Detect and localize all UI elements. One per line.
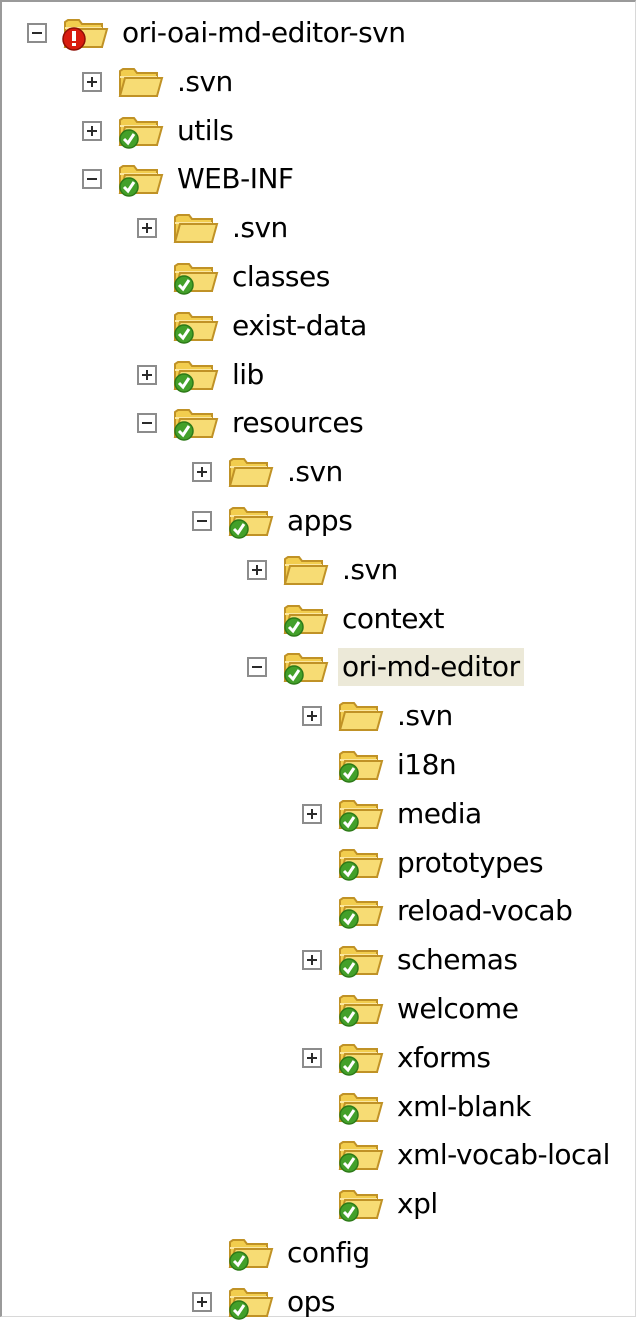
folder-svn-normal-icon [337,793,385,833]
tree-node[interactable]: resources [0,399,638,447]
tree-node-label[interactable]: resources [228,404,367,442]
folder-svn-normal-icon [117,158,165,198]
tree-node-label[interactable]: .svn [228,209,292,247]
folder-svn-normal-icon [172,305,220,345]
tree-node-label[interactable]: xml-vocab-local [393,1136,614,1174]
tree-node-label[interactable]: .svn [283,453,347,491]
tree-node-label[interactable]: media [393,795,486,833]
tree-node[interactable]: .svn [0,448,638,496]
expand-icon[interactable] [247,559,267,580]
folder-svn-normal-icon [337,939,385,979]
tree-node-label[interactable]: classes [228,258,334,296]
folder-svn-normal-icon [172,402,220,442]
tree-node[interactable]: WEB-INF [0,155,638,203]
tree-node[interactable]: reload-vocab [0,887,638,935]
collapse-icon[interactable] [27,23,47,43]
folder-svn-normal-icon [337,988,385,1028]
tree-node-label[interactable]: WEB-INF [173,160,298,198]
expand-icon[interactable] [302,1047,322,1068]
folder-svn-normal-icon [282,646,330,686]
tree-node-label[interactable]: .svn [338,551,402,589]
tree-node-label[interactable]: schemas [393,941,521,979]
expand-icon[interactable] [192,1291,212,1312]
tree-node-label[interactable]: welcome [393,990,522,1028]
tree-node[interactable]: apps [0,497,638,545]
tree-node[interactable]: xforms [0,1034,638,1082]
folder-svn-normal-icon [227,1281,275,1321]
folder-svn-normal-icon [227,500,275,540]
folder-svn-conflict-icon [62,12,110,52]
tree-node-label[interactable]: .svn [393,697,457,735]
folder-icon [117,61,165,101]
tree-node[interactable]: .svn [0,546,638,594]
folder-svn-normal-icon [172,256,220,296]
tree-node[interactable]: prototypes [0,839,638,887]
tree-node[interactable]: exist-data [0,302,638,350]
folder-svn-normal-icon [227,1232,275,1272]
tree-node[interactable]: context [0,595,638,643]
tree-node-label[interactable]: ops [283,1283,339,1321]
expand-icon[interactable] [82,71,102,92]
folder-svn-normal-icon [172,354,220,394]
tree-node[interactable]: ori-md-editor [0,643,638,691]
tree-node-label[interactable]: lib [228,356,268,394]
expand-icon[interactable] [302,803,322,824]
tree-node-label[interactable]: context [338,600,448,638]
tree-node[interactable]: lib [0,351,638,399]
tree-node-label[interactable]: ori-md-editor [338,648,524,687]
folder-icon [227,451,275,491]
collapse-icon[interactable] [137,413,157,434]
tree-node[interactable]: schemas [0,936,638,984]
tree-node-label[interactable]: xforms [393,1039,494,1077]
folder-svn-normal-icon [337,1183,385,1223]
tree-node[interactable]: i18n [0,741,638,789]
tree-node-label[interactable]: xpl [393,1185,442,1223]
tree-node[interactable]: .svn [0,58,638,106]
collapse-icon[interactable] [247,657,267,678]
folder-svn-normal-icon [337,842,385,882]
tree-node-label[interactable]: xml-blank [393,1088,535,1126]
tree-node[interactable]: xpl [0,1180,638,1228]
tree-node[interactable]: media [0,790,638,838]
tree-node-label[interactable]: utils [173,112,237,150]
collapse-icon[interactable] [192,511,212,531]
tree-node[interactable]: classes [0,253,638,301]
tree-node-label[interactable]: exist-data [228,307,371,345]
collapse-icon[interactable] [82,169,102,190]
tree-node-label[interactable]: config [283,1234,374,1272]
tree-node[interactable]: xml-blank [0,1083,638,1131]
tree-node-label[interactable]: ori-oai-md-editor-svn [118,14,410,52]
expand-icon[interactable] [137,364,157,385]
tree-node-label[interactable]: .svn [173,63,237,101]
tree-node[interactable]: ori-oai-md-editor-svn [0,9,638,57]
expand-icon[interactable] [302,950,322,971]
tree-node[interactable]: .svn [0,692,638,740]
expand-icon[interactable] [82,120,102,141]
tree-node[interactable]: config [0,1229,638,1277]
tree-node-label[interactable]: apps [283,502,356,540]
folder-svn-normal-icon [337,890,385,930]
folder-tree[interactable]: ori-oai-md-editor-svn .svn utils WEB-INF .sv… [0,0,638,1321]
folder-svn-normal-icon [337,1037,385,1077]
folder-icon [337,695,385,735]
tree-node[interactable]: .svn [0,204,638,252]
folder-icon [282,549,330,589]
folder-icon [172,207,220,247]
expand-icon[interactable] [192,462,212,483]
folder-svn-normal-icon [117,110,165,150]
tree-node-label[interactable]: prototypes [393,844,547,882]
folder-svn-normal-icon [337,1134,385,1174]
folder-svn-normal-icon [337,744,385,784]
tree-node[interactable]: xml-vocab-local [0,1131,638,1179]
expand-icon[interactable] [302,706,322,727]
tree-node-label[interactable]: reload-vocab [393,892,576,930]
expand-icon[interactable] [137,218,157,239]
folder-svn-normal-icon [337,1086,385,1126]
tree-node[interactable]: utils [0,107,638,155]
folder-svn-normal-icon [282,598,330,638]
tree-node[interactable]: welcome [0,985,638,1033]
tree-node-label[interactable]: i18n [393,746,460,784]
